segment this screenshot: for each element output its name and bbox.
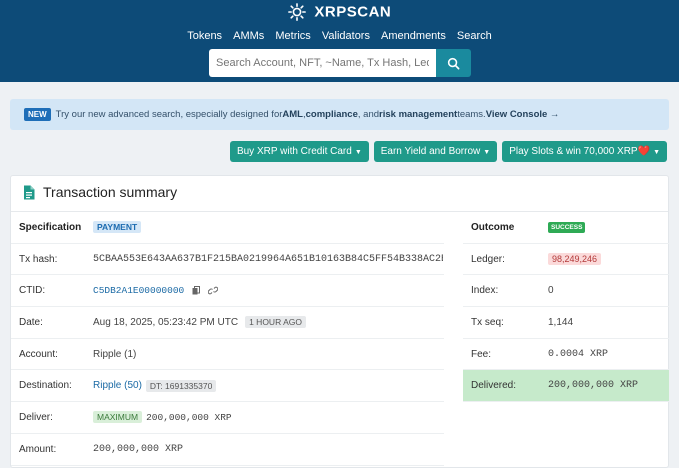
index-value: 0	[548, 285, 554, 297]
destination-link[interactable]: Ripple (50)	[93, 380, 142, 391]
banner-aml: AML	[282, 109, 303, 120]
ledger-link[interactable]: 98,249,246	[548, 253, 602, 266]
search-bar	[209, 49, 471, 77]
transaction-type-badge: PAYMENT	[93, 221, 142, 234]
banner-teams: teams.	[457, 109, 486, 120]
nav-amms[interactable]: AMMs	[233, 30, 264, 42]
date-row: Date: Aug 18, 2025, 05:23:42 PM UTC 1 HO…	[11, 307, 444, 339]
date-label: Date:	[19, 316, 43, 328]
delivered-label: Delivered:	[471, 380, 517, 392]
account-label: Account:	[19, 348, 58, 360]
search-button[interactable]	[436, 49, 471, 77]
sun-logo-icon	[287, 3, 306, 21]
specification-label: Specification	[19, 221, 82, 233]
specification-value-wrap: PAYMENT	[93, 221, 142, 234]
link-icon[interactable]	[208, 286, 219, 295]
outcome-label: Outcome	[471, 221, 515, 233]
ctid-row: CTID: C5DB2A1E00000000	[11, 275, 444, 308]
brand-name: XRPSCAN	[314, 3, 392, 21]
delivered-row: Delivered: 200,000,000 XRP	[463, 370, 669, 403]
status-badge: SUCCESS	[548, 221, 586, 233]
deliver-value-wrap: MAXIMUM 200,000,000 XRP	[93, 411, 232, 424]
tx-hash-label: Tx hash:	[19, 253, 58, 265]
copy-icon[interactable]	[192, 286, 201, 295]
earn-yield-button[interactable]: Earn Yield and Borrow ▼	[373, 141, 498, 162]
time-ago-badge: 1 HOUR AGO	[245, 316, 306, 329]
banner-risk: risk management	[379, 109, 458, 120]
specification-row: Specification PAYMENT	[11, 212, 444, 244]
site-header: XRPSCAN Tokens AMMs Metrics Validators A…	[0, 0, 679, 82]
document-icon	[24, 185, 35, 199]
nav-validators[interactable]: Validators	[322, 30, 370, 42]
delivered-value: 200,000,000 XRP	[548, 380, 639, 392]
deliver-amount: 200,000,000 XRP	[146, 411, 232, 423]
ledger-label: Ledger:	[471, 253, 505, 265]
buy-xrp-label: Buy XRP with Credit Card	[236, 146, 352, 157]
txseq-row: Tx seq: 1,144	[463, 307, 669, 339]
promo-banner: NEW Try our new advanced search, especia…	[10, 99, 669, 130]
new-badge: NEW	[24, 108, 51, 121]
chevron-down-icon: ▼	[354, 149, 362, 156]
card-header: Transaction summary	[23, 184, 177, 200]
outcome-details: Outcome SUCCESS Ledger: 98,249,246 Index…	[463, 212, 669, 403]
destination-row: Destination: Ripple (50) DT: 1691335370	[11, 370, 444, 403]
nav-search[interactable]: Search	[457, 30, 492, 42]
fee-label: Fee:	[471, 348, 492, 360]
card-title: Transaction summary	[43, 184, 178, 200]
txseq-label: Tx seq:	[471, 316, 504, 328]
chevron-down-icon: ▼	[653, 149, 660, 156]
fee-value: 0.0004 XRP	[548, 348, 609, 360]
search-icon	[447, 57, 460, 69]
banner-text: Try our new advanced search, especially …	[55, 109, 283, 120]
ctid-label: CTID:	[19, 285, 46, 297]
nav-metrics[interactable]: Metrics	[275, 30, 310, 42]
play-slots-label: Play Slots & win 70,000 XRP❤️	[509, 146, 651, 157]
brand[interactable]: XRPSCAN	[0, 3, 679, 21]
banner-compliance: compliance	[305, 109, 358, 120]
transaction-details: Specification PAYMENT Tx hash: 5CBAA553E…	[11, 212, 444, 466]
tx-hash-row: Tx hash: 5CBAA553E643AA637B1F215BA021996…	[11, 244, 444, 276]
ledger-value-wrap: 98,249,246	[548, 253, 602, 266]
outcome-row: Outcome SUCCESS	[463, 212, 669, 244]
amount-value: 200,000,000 XRP	[93, 443, 184, 455]
nav-tokens[interactable]: Tokens	[187, 30, 222, 42]
main-nav: Tokens AMMs Metrics Validators Amendment…	[0, 30, 679, 42]
ctid-value[interactable]: C5DB2A1E00000000	[93, 285, 184, 296]
destination-label: Destination:	[19, 380, 72, 392]
index-row: Index: 0	[463, 275, 669, 308]
tx-hash-value[interactable]: 5CBAA553E643AA637B1F215BA0219964A651B101…	[93, 254, 443, 265]
buy-xrp-button[interactable]: Buy XRP with Credit Card ▼	[229, 141, 369, 162]
destination-value-wrap: Ripple (50) DT: 1691335370	[93, 379, 217, 392]
account-row: Account: Ripple (1)	[11, 339, 444, 371]
date-value-wrap: Aug 18, 2025, 05:23:42 PM UTC 1 HOUR AGO	[93, 316, 306, 329]
txseq-value: 1,144	[548, 316, 574, 328]
destination-tag-badge: DT: 1691335370	[145, 379, 217, 392]
date-value: Aug 18, 2025, 05:23:42 PM UTC	[93, 316, 239, 328]
amount-label: Amount:	[19, 443, 57, 455]
index-label: Index:	[471, 285, 499, 297]
ctid-value-wrap: C5DB2A1E00000000	[93, 285, 219, 296]
transaction-summary-card: Transaction summary Specification PAYMEN…	[10, 175, 669, 468]
fee-row: Fee: 0.0004 XRP	[463, 339, 669, 371]
deliver-label: Deliver:	[19, 411, 53, 423]
action-buttons: Buy XRP with Credit Card ▼ Earn Yield and…	[229, 141, 667, 162]
outcome-value-wrap: SUCCESS	[548, 221, 586, 233]
nav-amendments[interactable]: Amendments	[381, 30, 446, 42]
banner-and: , and	[357, 109, 380, 120]
view-console-link[interactable]: View Console →	[486, 109, 560, 120]
search-input[interactable]	[209, 49, 436, 77]
account-link[interactable]: Ripple (1)	[93, 349, 136, 360]
ledger-row: Ledger: 98,249,246	[463, 244, 669, 276]
earn-yield-label: Earn Yield and Borrow	[380, 146, 481, 157]
amount-row: Amount: 200,000,000 XRP	[11, 434, 444, 466]
play-slots-button[interactable]: Play Slots & win 70,000 XRP❤️ ▼	[502, 141, 667, 162]
maximum-badge: MAXIMUM	[93, 411, 143, 424]
chevron-down-icon: ▼	[483, 149, 491, 156]
deliver-row: Deliver: MAXIMUM 200,000,000 XRP	[11, 402, 444, 434]
